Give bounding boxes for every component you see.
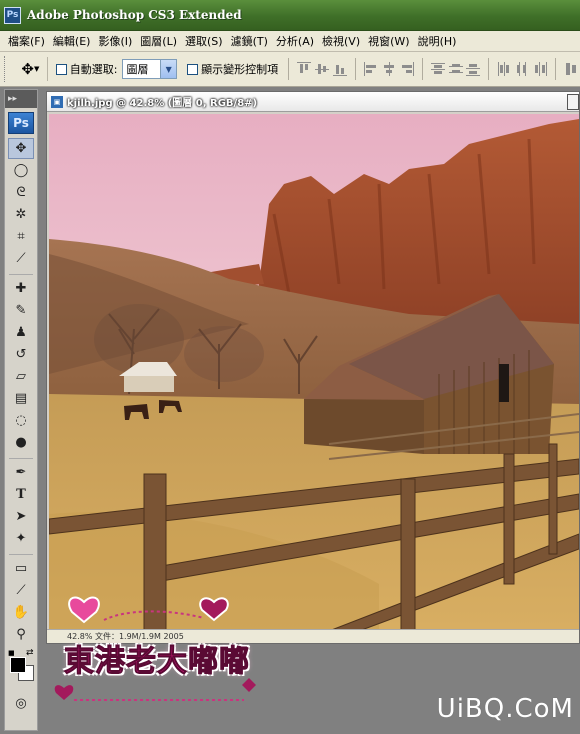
notes-tool-icon[interactable]: ▭ [8,558,34,579]
pen-tool-icon[interactable]: ✒ [8,462,34,483]
distribute-horizontal-center-icon[interactable] [515,62,529,76]
distribute-right-icon[interactable] [533,62,548,76]
auto-select-value: 圖層 [126,63,149,76]
color-swatches: ■ ⇄ [5,648,37,689]
image-canvas[interactable] [49,114,579,631]
checkbox-box[interactable] [55,63,67,75]
swap-colors-icon[interactable]: ⇄ [26,648,34,658]
dodge-tool-icon[interactable]: ● [8,432,34,453]
maximize-button[interactable] [567,94,579,110]
menu-select[interactable]: 選取(S) [181,33,227,49]
type-tool-icon[interactable]: T [8,484,34,505]
menu-filter[interactable]: 濾鏡(T) [227,33,272,49]
zoom-tool-icon[interactable]: ⚲ [8,624,34,645]
menu-file[interactable]: 檔案(F) [4,33,49,49]
auto-align-layers-icon[interactable] [564,62,578,76]
brush-tool-icon[interactable]: ✎ [8,300,34,321]
hand-tool-icon[interactable]: ✋ [8,602,34,623]
clone-stamp-tool-icon[interactable]: ♟ [8,322,34,343]
gradient-tool-icon[interactable]: ▤ [8,388,34,409]
align-bottom-icon[interactable] [332,62,347,76]
document-icon: ▣ [51,95,63,108]
lasso-tool-icon[interactable]: ᘓ [8,182,34,203]
distribute-bottom-icon[interactable] [466,62,481,76]
menu-window[interactable]: 視窗(W) [364,33,413,49]
options-bar-grip[interactable] [4,56,8,82]
window-titlebar: Ps Adobe Photoshop CS3 Extended [0,0,580,31]
menu-help[interactable]: 說明(H) [414,33,461,49]
window-title: Adobe Photoshop CS3 Extended [27,8,242,22]
menu-layer[interactable]: 圖層(L) [136,33,181,49]
menu-analysis[interactable]: 分析(A) [272,33,318,49]
menu-image[interactable]: 影像(I) [94,33,136,49]
separator [354,58,356,80]
dropdown-arrow-icon[interactable]: ▼ [160,60,177,78]
show-transform-label: 顯示變形控制項 [201,63,279,76]
watermark-text: 東港老大嘟嘟 [64,644,250,680]
foreground-color-swatch[interactable] [10,657,26,673]
ranch-photo [49,114,579,631]
watermark-logo: 東港老大嘟嘟 [44,590,274,710]
tool-preset-picker[interactable]: ✥ ▼ [14,57,48,81]
path-selection-tool-icon[interactable]: ➤ [8,506,34,527]
quick-mask-icon[interactable]: ◎ [8,693,34,714]
auto-select-checkbox[interactable]: 自動選取: [55,61,118,77]
separator [421,58,423,80]
document-window: ▣ kjilh.jpg @ 42.8% (圖層 0, RGB/8#) 42.8%… [46,91,580,644]
eraser-tool-icon[interactable]: ▱ [8,366,34,387]
checkbox-box[interactable] [187,63,199,75]
distribute-left-icon[interactable] [497,62,511,76]
align-right-icon[interactable] [400,62,414,76]
healing-brush-tool-icon[interactable]: ✚ [8,278,34,299]
eyedropper-tool-icon[interactable]: ⟋ [8,248,34,269]
distribute-top-icon[interactable] [430,62,445,76]
align-vertical-center-icon[interactable] [315,62,330,76]
distribute-vertical-center-icon[interactable] [448,62,463,76]
auto-select-dropdown[interactable]: 圖層 ▼ [121,59,178,79]
document-titlebar[interactable]: ▣ kjilh.jpg @ 42.8% (圖層 0, RGB/8#) [47,92,579,112]
options-bar: ✥ ▼ 自動選取: 圖層 ▼ 顯示變形控制項 [0,52,580,87]
move-tool-icon: ✥ [21,60,34,78]
default-colors-icon[interactable]: ■ [8,649,15,657]
toolbox-panel: ▸▸ Ps ✥ ◯ ᘓ ✲ ⌗ ⟋ ✚ ✎ ♟ ↺ ▱ ▤ ◌ ● ✒ T ➤ … [4,89,38,731]
magic-wand-tool-icon[interactable]: ✲ [8,204,34,225]
menu-bar: 檔案(F) 編輯(E) 影像(I) 圖層(L) 選取(S) 濾鏡(T) 分析(A… [0,31,580,52]
toolbox-collapse-handle[interactable]: ▸▸ [5,90,37,108]
move-tool-icon[interactable]: ✥ [8,138,34,159]
align-top-icon[interactable] [297,62,312,76]
photoshop-logo[interactable]: Ps [8,112,34,134]
crop-tool-icon[interactable]: ⌗ [8,226,34,247]
site-watermark: UiBQ.CoM [436,694,574,724]
menu-edit[interactable]: 編輯(E) [49,33,95,49]
measure-tool-icon[interactable]: ⟋ [8,580,34,601]
history-brush-tool-icon[interactable]: ↺ [8,344,34,365]
blur-tool-icon[interactable]: ◌ [8,410,34,431]
shape-tool-icon[interactable]: ✦ [8,528,34,549]
separator [555,58,557,80]
separator [288,58,290,80]
show-transform-checkbox[interactable]: 顯示變形控制項 [187,61,278,77]
document-title: kjilh.jpg @ 42.8% (圖層 0, RGB/8#) [67,98,258,109]
menu-view[interactable]: 檢視(V) [318,33,364,49]
photoshop-app-icon: Ps [4,6,21,24]
chevron-down-icon: ▼ [33,65,40,73]
separator [488,58,490,80]
auto-select-label: 自動選取: [69,63,118,76]
align-horizontal-center-icon[interactable] [382,62,396,76]
marquee-tool-icon[interactable]: ◯ [8,160,34,181]
align-left-icon[interactable] [363,62,378,76]
